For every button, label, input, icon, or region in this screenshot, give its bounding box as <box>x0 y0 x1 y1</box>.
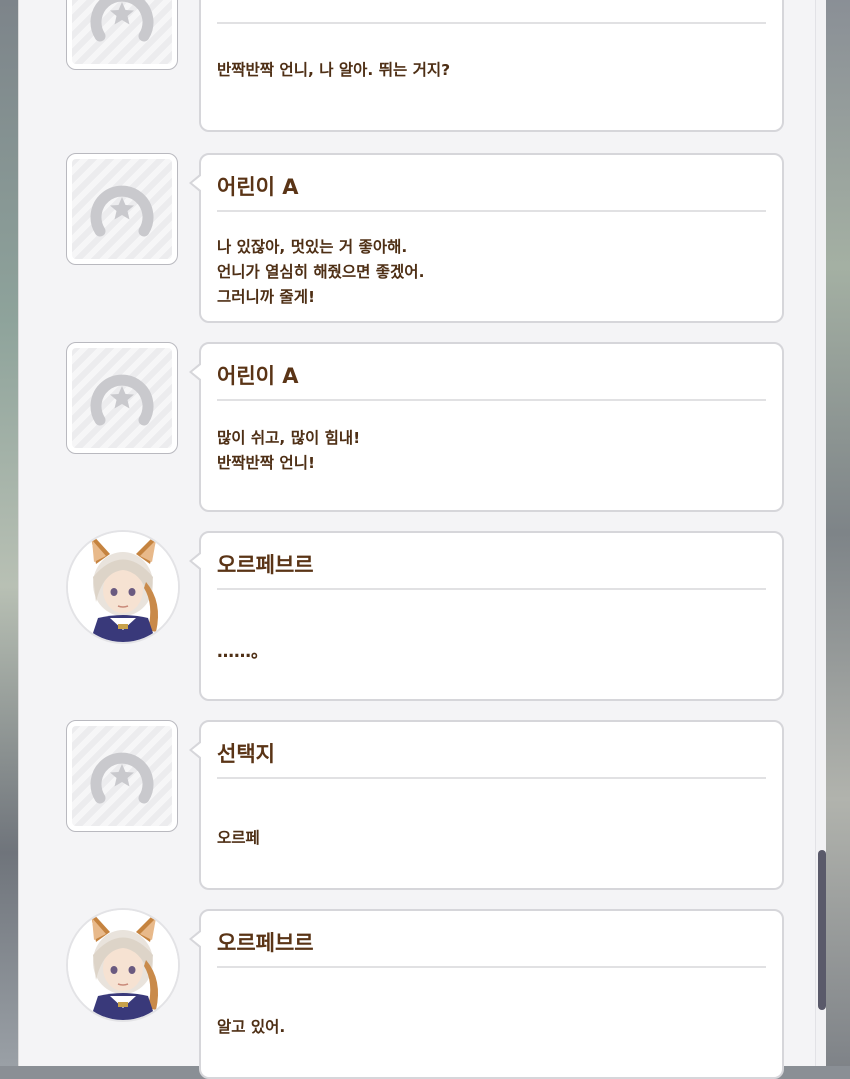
message-line: 오르페 <box>217 829 260 847</box>
horseshoe-star-icon <box>90 752 154 804</box>
bubble-tail <box>189 362 202 382</box>
avatar-placeholder <box>66 153 178 265</box>
message-bubble: 선택지 오르페 <box>189 720 784 890</box>
background-left-edge <box>0 0 18 1066</box>
horseshoe-star-icon <box>90 374 154 426</box>
message-line: ……。 <box>217 642 268 662</box>
bubble-tail <box>189 551 202 571</box>
bubble-tail <box>189 173 202 193</box>
character-portrait <box>66 530 180 644</box>
speaker-name: 어린이 A <box>217 175 299 199</box>
message-line: 그러니까 줄게! <box>217 288 316 306</box>
message-bubble: 어린이 A 많이 쉬고, 많이 힘내! 반짝반짝 언니! <box>189 342 784 512</box>
speaker-name: 어린이 A <box>217 364 299 388</box>
character-portrait-art <box>68 532 178 642</box>
speaker-name: 오르페브르 <box>217 553 314 577</box>
scrollbar-thumb[interactable] <box>818 850 826 1010</box>
bubble-divider <box>217 777 766 779</box>
character-portrait <box>66 908 180 1022</box>
bubble-divider <box>217 588 766 590</box>
bubble-divider <box>217 966 766 968</box>
speaker-name: 오르페브르 <box>217 931 314 955</box>
avatar-placeholder <box>66 0 178 70</box>
message-bubble: 오르페브르 알고 있어. <box>189 909 784 1079</box>
message-line: 언니가 열심히 해줬으면 좋겠어. <box>217 263 425 281</box>
bubble-divider <box>217 210 766 212</box>
speaker-name: 선택지 <box>217 742 275 766</box>
avatar-placeholder <box>66 720 178 832</box>
message-line: 알고 있어. <box>217 1018 286 1036</box>
horseshoe-star-icon <box>90 0 154 42</box>
bubble-divider <box>217 22 766 24</box>
message-line: 반짝반짝 언니, 나 알아. 뛰는 거지? <box>217 61 451 79</box>
bubble-divider <box>217 399 766 401</box>
horseshoe-star-icon <box>90 185 154 237</box>
message-bubble: 반짝반짝 언니, 나 알아. 뛰는 거지? <box>199 0 784 132</box>
message-bubble: 어린이 A 나 있잖아, 멋있는 거 좋아해. 언니가 열심히 해줬으면 좋겠어… <box>189 153 784 323</box>
character-portrait-art <box>68 910 178 1020</box>
message-bubble: 오르페브르 ……。 <box>189 531 784 701</box>
bubble-tail <box>189 929 202 949</box>
bubble-tail <box>189 740 202 760</box>
avatar-placeholder <box>66 342 178 454</box>
message-line: 많이 쉬고, 많이 힘내! <box>217 429 361 447</box>
message-line: 반짝반짝 언니! <box>217 454 316 472</box>
message-line: 나 있잖아, 멋있는 거 좋아해. <box>217 238 408 256</box>
